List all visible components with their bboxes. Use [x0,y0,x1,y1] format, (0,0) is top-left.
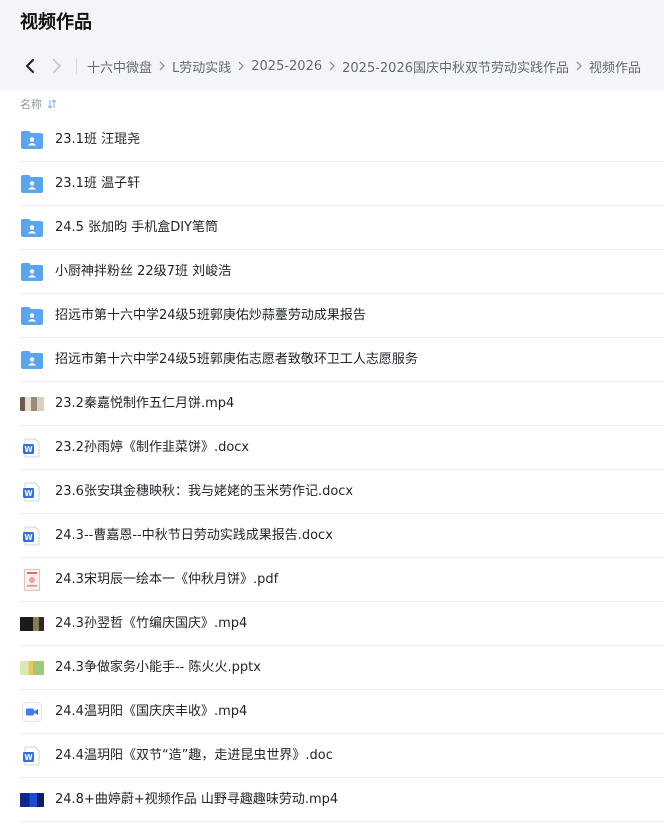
file-name: 24.4温玥阳《双节“造”趣，走进昆虫世界》.doc [55,748,333,763]
nav-divider [76,58,77,74]
word-doc-icon: W [20,481,44,503]
list-item[interactable]: W 23.2孙雨婷《制作韭菜饼》.docx [0,426,664,470]
file-name: 招远市第十六中学24级5班郭庚佑志愿者致敬环卫工人志愿服务 [55,352,418,367]
word-doc-icon: W [20,745,44,767]
file-name: 24.3宋玥辰一绘本一《仲秋月饼》.pdf [55,572,279,587]
file-name: 23.1班 汪琨尧 [55,132,141,147]
shared-folder-icon [20,129,44,151]
svg-text:W: W [24,533,33,542]
list-item[interactable]: W 24.3--曹嘉恩--中秋节日劳动实践成果报告.docx [0,514,664,558]
breadcrumb: 十六中微盘 L劳动实践 2025-2026 2025-2026国庆中秋双节劳动实… [87,57,641,76]
file-list: 23.1班 汪琨尧 23.1班 温子轩 24.5 张加昀 手机盒DIY笔筒 小厨… [0,118,664,822]
shared-folder-icon [20,173,44,195]
file-name: 24.3争做家务小能手-- 陈火火.pptx [55,660,261,675]
file-name: 24.5 张加昀 手机盒DIY笔筒 [55,220,218,235]
file-name: 小厨神拌粉丝 22级7班 刘峻浩 [55,264,232,279]
list-item[interactable]: W 24.4温玥阳《双节“造”趣，走进昆虫世界》.doc [0,734,664,778]
breadcrumb-item-year[interactable]: 2025-2026 [251,59,322,74]
word-doc-icon: W [20,437,44,459]
list-item[interactable]: 小厨神拌粉丝 22级7班 刘峻浩 [0,250,664,294]
list-item[interactable]: 24.5 张加昀 手机盒DIY笔筒 [0,206,664,250]
chevron-right-icon [329,61,336,71]
sort-icon[interactable] [47,99,57,109]
file-name: 24.8+曲婷蔚+视频作品 山野寻趣趣味劳动.mp4 [55,792,339,807]
chevron-right-icon [238,61,245,71]
shared-folder-icon [20,217,44,239]
chevron-right-icon [53,59,61,73]
file-name: 24.3孙翌哲《竹编庆国庆》.mp4 [55,616,248,631]
svg-text:W: W [24,445,33,454]
video-thumbnail [20,789,44,811]
list-item[interactable]: 招远市第十六中学24级5班郭庚佑志愿者致敬环卫工人志愿服务 [0,338,664,382]
breadcrumb-bar: 十六中微盘 L劳动实践 2025-2026 2025-2026国庆中秋双节劳动实… [0,50,664,82]
video-thumbnail [20,613,44,635]
column-name-label: 名称 [20,98,42,111]
file-name: 23.2孙雨婷《制作韭菜饼》.docx [55,440,250,455]
breadcrumb-item-holiday[interactable]: 2025-2026国庆中秋双节劳动实践作品 [342,57,569,76]
svg-text:W: W [24,489,33,498]
list-item[interactable]: 23.1班 温子轩 [0,162,664,206]
list-item[interactable]: 24.8+曲婷蔚+视频作品 山野寻趣趣味劳动.mp4 [0,778,664,822]
list-item[interactable]: 23.2秦嘉悦制作五仁月饼.mp4 [0,382,664,426]
shared-folder-icon [20,261,44,283]
chevron-left-icon [26,59,34,73]
video-file-icon [20,701,44,723]
list-item[interactable]: 24.3争做家务小能手-- 陈火火.pptx [0,646,664,690]
pdf-thumbnail [20,569,44,591]
list-item[interactable]: 招远市第十六中学24级5班郭庚佑炒蒜薹劳动成果报告 [0,294,664,338]
shared-folder-icon [20,305,44,327]
column-header-name[interactable]: 名称 [20,94,57,114]
chevron-right-icon [159,61,165,71]
file-name: 23.1班 温子轩 [55,176,141,191]
file-name: 招远市第十六中学24级5班郭庚佑炒蒜薹劳动成果报告 [55,308,366,323]
chevron-right-icon [576,61,582,71]
file-name: 23.2秦嘉悦制作五仁月饼.mp4 [55,396,235,411]
list-item[interactable]: 24.3宋玥辰一绘本一《仲秋月饼》.pdf [0,558,664,602]
file-name: 23.6张安琪金穗映秋：我与姥姥的玉米劳作记.docx [55,484,354,499]
forward-button[interactable] [44,53,70,79]
ppt-thumbnail [20,657,44,679]
list-item[interactable]: 24.4温玥阳《国庆庆丰收》.mp4 [0,690,664,734]
list-item[interactable]: 23.1班 汪琨尧 [0,118,664,162]
breadcrumb-item-labor[interactable]: L劳动实践 [172,57,231,76]
shared-folder-icon [20,349,44,371]
page-title: 视频作品 [20,12,92,33]
header-bar: 视频作品 十六中微盘 L劳动实践 2025-2026 2025-2026国庆中秋… [0,0,664,90]
list-item[interactable]: W 23.6张安琪金穗映秋：我与姥姥的玉米劳作记.docx [0,470,664,514]
word-doc-icon: W [20,525,44,547]
file-name: 24.3--曹嘉恩--中秋节日劳动实践成果报告.docx [55,528,333,543]
video-thumbnail [20,393,44,415]
breadcrumb-item-current: 视频作品 [588,60,641,76]
svg-text:W: W [24,753,33,762]
breadcrumb-item-root[interactable]: 十六中微盘 [87,57,152,76]
list-item[interactable]: 24.3孙翌哲《竹编庆国庆》.mp4 [0,602,664,646]
file-name: 24.4温玥阳《国庆庆丰收》.mp4 [55,704,248,719]
back-button[interactable] [17,53,43,79]
